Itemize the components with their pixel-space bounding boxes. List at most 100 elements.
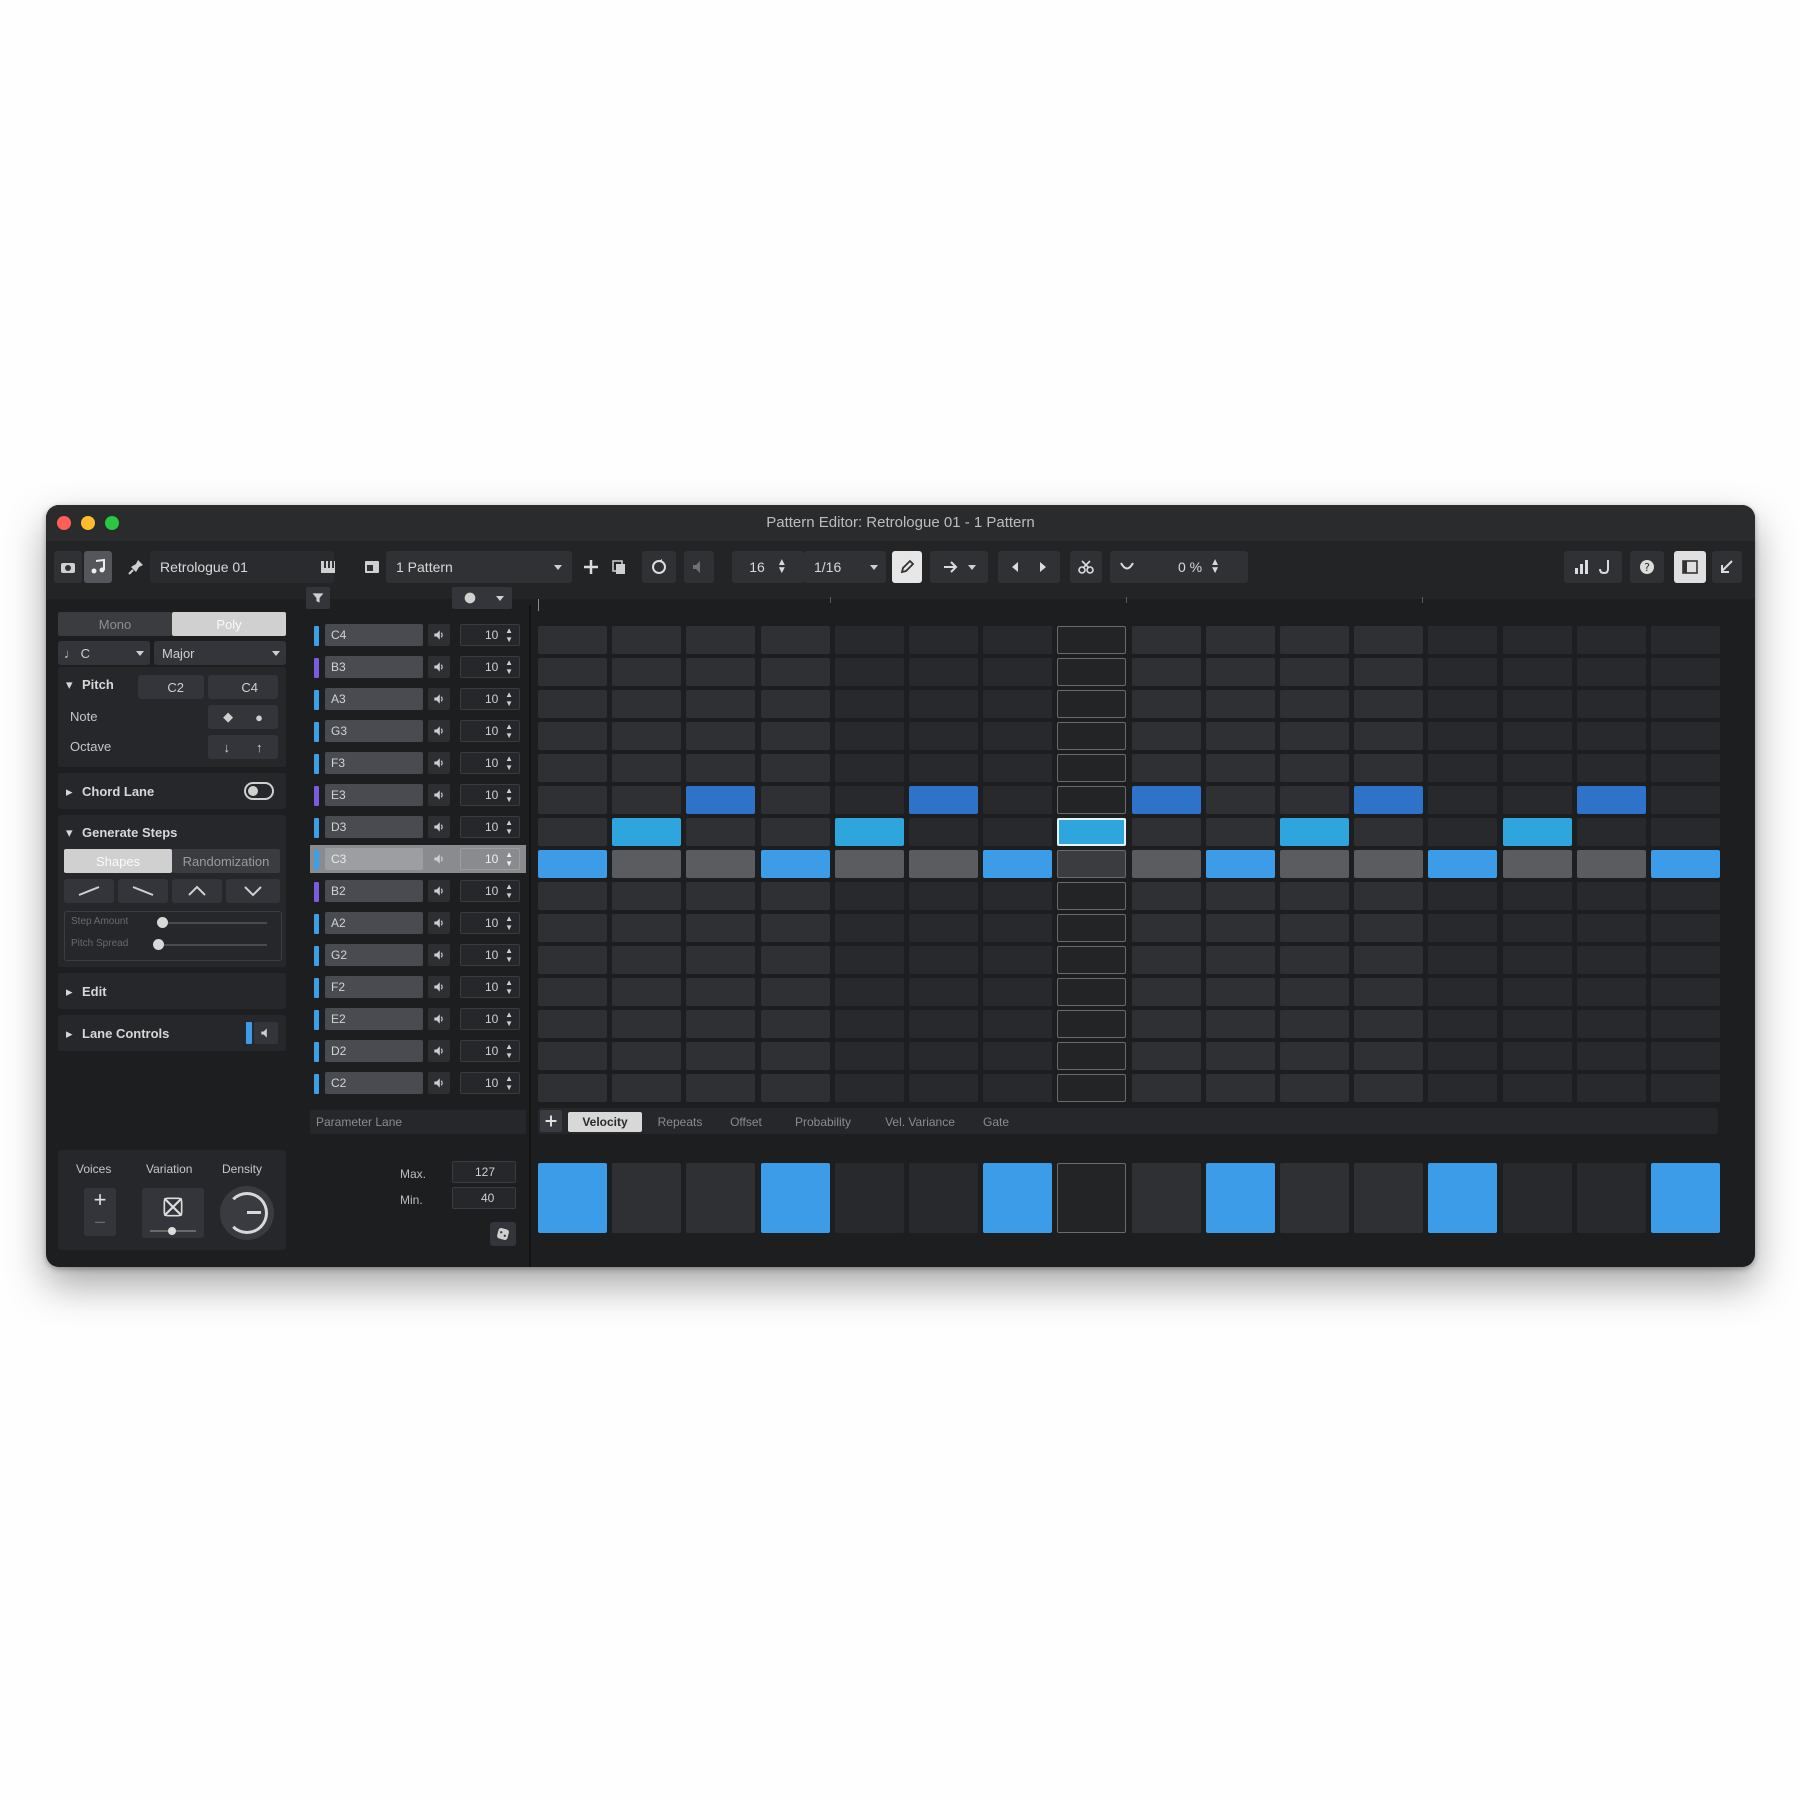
- step-cell[interactable]: [612, 690, 682, 718]
- generate-expand-icon[interactable]: ▾: [66, 825, 73, 841]
- step-cell[interactable]: [1354, 722, 1424, 750]
- step-cell[interactable]: [1057, 722, 1127, 750]
- filter-icon[interactable]: [306, 587, 330, 609]
- octave-shift-buttons[interactable]: ↓ ↑: [208, 735, 278, 759]
- step-cell[interactable]: [983, 1074, 1053, 1102]
- step-note[interactable]: [686, 786, 756, 814]
- step-cell[interactable]: [1131, 850, 1201, 878]
- tab-gate[interactable]: Gate: [974, 1112, 1018, 1132]
- step-cell[interactable]: [1057, 626, 1127, 654]
- step-cell[interactable]: [686, 722, 756, 750]
- duplicate-pattern-icon[interactable]: [606, 551, 632, 583]
- voices-stepper[interactable]: + –: [84, 1188, 116, 1236]
- step-cell[interactable]: [1205, 1042, 1275, 1070]
- step-cell[interactable]: [1502, 1074, 1572, 1102]
- pitch-high-stepper[interactable]: C4: [208, 675, 278, 699]
- step-cell[interactable]: [1280, 914, 1349, 942]
- step-cell[interactable]: [1651, 690, 1720, 718]
- step-cell[interactable]: [1651, 882, 1720, 910]
- lane-row[interactable]: G2 10 ▲ ▼: [310, 941, 526, 969]
- step-note[interactable]: [909, 786, 978, 814]
- step-cell[interactable]: [686, 1010, 756, 1038]
- step-cell[interactable]: [1502, 1010, 1572, 1038]
- step-cell[interactable]: [1428, 1010, 1498, 1038]
- lane-velocity-stepper[interactable]: 10 ▲ ▼: [460, 752, 520, 774]
- step-cell[interactable]: [1576, 1042, 1646, 1070]
- step-cell[interactable]: [1428, 818, 1498, 846]
- step-cell[interactable]: [760, 1042, 830, 1070]
- step-cell[interactable]: [1428, 722, 1498, 750]
- step-cell[interactable]: [612, 914, 682, 942]
- dice-icon[interactable]: [490, 1222, 516, 1246]
- step-cell[interactable]: [1651, 786, 1720, 814]
- step-cell[interactable]: [686, 1042, 756, 1070]
- step-note[interactable]: [1576, 786, 1646, 814]
- step-cell[interactable]: [1205, 882, 1275, 910]
- step-cell[interactable]: [1280, 1010, 1349, 1038]
- step-cell[interactable]: [686, 978, 756, 1006]
- step-cell[interactable]: [909, 1042, 978, 1070]
- step-cell[interactable]: [983, 786, 1053, 814]
- velocity-cell[interactable]: [686, 1163, 756, 1233]
- step-cell[interactable]: [686, 850, 756, 878]
- step-cell[interactable]: [834, 722, 904, 750]
- step-cell[interactable]: [686, 914, 756, 942]
- step-cell[interactable]: [909, 946, 978, 974]
- resolution-selector[interactable]: 1/16: [804, 551, 886, 583]
- step-note[interactable]: [1057, 818, 1127, 846]
- step-cell[interactable]: [686, 690, 756, 718]
- view-buttons[interactable]: [1564, 551, 1622, 583]
- step-cell[interactable]: [1205, 626, 1275, 654]
- lane-velocity-stepper[interactable]: 10 ▲ ▼: [460, 656, 520, 678]
- lane-note-name[interactable]: A3: [325, 688, 423, 710]
- velocity-cell[interactable]: [1576, 1163, 1646, 1233]
- step-cell[interactable]: [760, 722, 830, 750]
- step-cell[interactable]: [1131, 1074, 1201, 1102]
- step-cell[interactable]: [1502, 754, 1572, 782]
- step-cell[interactable]: [1131, 914, 1201, 942]
- plus-icon[interactable]: +: [84, 1188, 116, 1212]
- scissors-icon[interactable]: [1070, 551, 1102, 583]
- step-cell[interactable]: [1576, 882, 1646, 910]
- velocity-cell[interactable]: [612, 1163, 682, 1233]
- step-cell[interactable]: [909, 658, 978, 686]
- lane-velocity-stepper[interactable]: 10 ▲ ▼: [460, 720, 520, 742]
- step-cell[interactable]: [1057, 658, 1127, 686]
- loop-icon[interactable]: [642, 551, 676, 583]
- step-cell[interactable]: [538, 658, 607, 686]
- step-cell[interactable]: [1576, 946, 1646, 974]
- step-cell[interactable]: [1576, 818, 1646, 846]
- pitch-spread-slider[interactable]: [157, 944, 267, 946]
- speaker-icon[interactable]: [428, 816, 450, 838]
- lane-row[interactable]: D2 10 ▲ ▼: [310, 1037, 526, 1065]
- step-cell[interactable]: [760, 978, 830, 1006]
- shape-fall-icon[interactable]: [118, 879, 168, 903]
- step-cell[interactable]: [1502, 690, 1572, 718]
- direction-selector[interactable]: [930, 551, 988, 583]
- step-cell[interactable]: [612, 978, 682, 1006]
- step-cell[interactable]: [1280, 754, 1349, 782]
- step-note[interactable]: [1205, 850, 1275, 878]
- swing-control[interactable]: 0 % ▲ ▼: [1110, 551, 1248, 583]
- lane-row[interactable]: D3 10 ▲ ▼: [310, 813, 526, 841]
- step-cell[interactable]: [538, 818, 607, 846]
- step-cell[interactable]: [1131, 690, 1201, 718]
- lane-velocity-stepper[interactable]: 10 ▲ ▼: [460, 1008, 520, 1030]
- step-cell[interactable]: [1354, 690, 1424, 718]
- step-cell[interactable]: [1651, 1074, 1720, 1102]
- pane-divider[interactable]: [529, 605, 531, 1267]
- step-cell[interactable]: [1428, 1074, 1498, 1102]
- shift-right-icon[interactable]: [1032, 558, 1050, 576]
- tab-probability[interactable]: Probability: [780, 1112, 866, 1132]
- step-cell[interactable]: [612, 626, 682, 654]
- step-cell[interactable]: [1428, 786, 1498, 814]
- step-cell[interactable]: [834, 658, 904, 686]
- max-value-stepper[interactable]: 127: [452, 1161, 516, 1183]
- step-cell[interactable]: [1131, 978, 1201, 1006]
- step-cell[interactable]: [538, 626, 607, 654]
- step-cell[interactable]: [1280, 658, 1349, 686]
- step-cell[interactable]: [1576, 690, 1646, 718]
- step-cell[interactable]: [760, 786, 830, 814]
- shape-rise-icon[interactable]: [64, 879, 114, 903]
- step-cell[interactable]: [909, 1010, 978, 1038]
